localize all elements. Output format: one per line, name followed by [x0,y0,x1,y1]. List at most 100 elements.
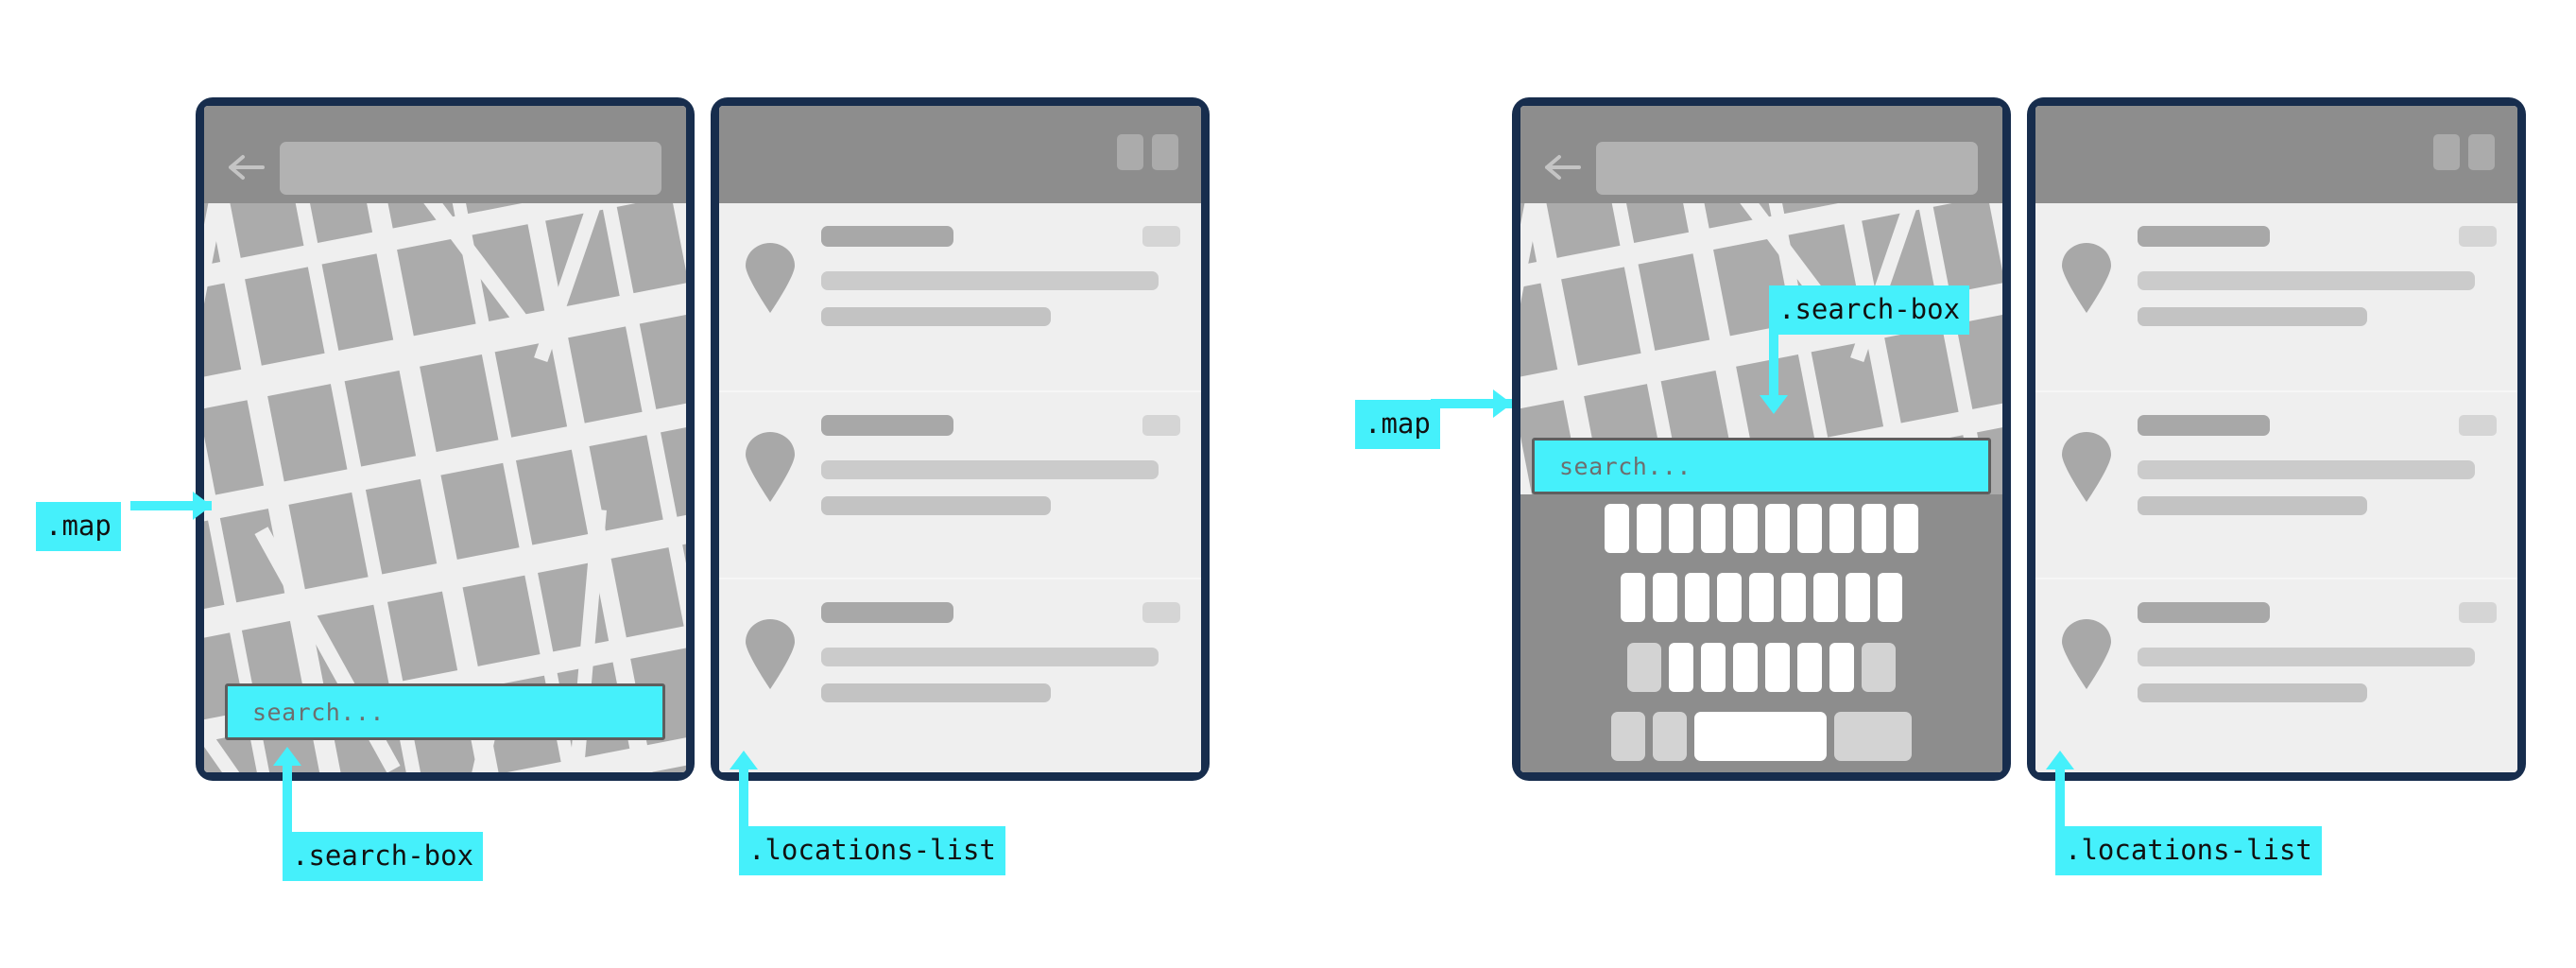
map-pin-icon [2062,243,2111,313]
keyboard-row-3 [1527,642,1996,692]
header-chip-1[interactable] [2433,134,2460,170]
header-chips-right [2433,134,2495,170]
right-list-screen [2035,106,2517,772]
list-item-badge [2459,226,2497,247]
annotation-search-box-left-text: .search-box [292,839,474,872]
backspace-key[interactable] [1862,642,1896,692]
search-box-arrowhead-right [1760,395,1788,414]
search-box-left[interactable]: search... [225,683,665,740]
keyboard-key[interactable] [1749,573,1774,623]
list-item-badge [2459,415,2497,436]
shift-key[interactable] [1627,642,1661,692]
annotation-locations-list-right: .locations-list [2055,826,2322,875]
list-item-detail [821,496,1052,515]
header-chips-left [1117,134,1178,170]
header-chip-2[interactable] [2468,134,2495,170]
keyboard-key[interactable] [1765,504,1790,553]
list-item-detail [821,307,1052,326]
keyboard-key[interactable] [1797,504,1822,553]
keyboard-key[interactable] [1894,504,1918,553]
annotation-locations-list-left-text: .locations-list [748,834,996,866]
keyboard-key[interactable] [1813,573,1838,623]
keyboard-key[interactable] [1733,642,1758,692]
right-map-screen: search... [1520,106,2002,772]
keyboard-key[interactable] [1669,642,1693,692]
list-item-subtitle [821,271,1159,290]
keyboard-key[interactable] [1829,504,1854,553]
keyboard-key[interactable] [1797,642,1822,692]
keyboard-key[interactable] [1846,573,1870,623]
list-toolbar-right [2035,106,2517,203]
keyboard-key[interactable] [1621,573,1645,623]
map-arrowhead-right [1493,389,1512,418]
toolbar-field[interactable] [280,142,661,195]
annotation-search-box-right: .search-box [1769,285,1970,335]
header-chip-1[interactable] [1117,134,1143,170]
space-key[interactable] [1694,711,1827,761]
keyboard-key[interactable] [1781,573,1806,623]
list-item-lines [2138,218,2497,326]
list-item-title [821,602,953,623]
map-arrowhead-left [193,492,212,520]
keyboard-key[interactable] [1605,504,1629,553]
search-box-right[interactable]: search... [1532,438,1991,494]
map-toolbar-right [1520,106,2002,203]
left-map-screen: search... [204,106,686,772]
list-item-lines [2138,595,2497,702]
list-item-badge [1142,602,1180,623]
list-item[interactable] [2035,578,2517,765]
left-list-phone [711,97,1210,781]
list-item-subtitle [821,648,1159,666]
list-item[interactable] [2035,390,2517,578]
annotation-map-left-text: .map [45,510,112,542]
annotation-search-box-left: .search-box [283,832,484,881]
map-toolbar-left [204,106,686,203]
keyboard-key[interactable] [1717,573,1742,623]
map-pin-icon [746,243,795,313]
annotation-search-box-right-text: .search-box [1778,293,1961,325]
list-item-detail [821,683,1052,702]
toolbar-field[interactable] [1596,142,1978,195]
annotation-map-right: .map [1355,400,1440,449]
symbols-key[interactable] [1611,711,1645,761]
return-key[interactable] [1834,711,1912,761]
keyboard-row-2 [1527,573,1996,623]
locations-list-right[interactable] [2035,203,2517,772]
list-item[interactable] [719,578,1201,765]
left-list-screen [719,106,1201,772]
keyboard-key[interactable] [1733,504,1758,553]
map-pin-icon [746,432,795,502]
keyboard-key[interactable] [1669,504,1693,553]
map-pin-icon [2062,619,2111,689]
back-arrow-icon[interactable] [227,153,265,182]
keyboard-key[interactable] [1862,504,1886,553]
annotation-locations-list-right-text: .locations-list [2065,834,2312,866]
search-placeholder-right: search... [1559,452,1692,480]
keyboard-key[interactable] [1878,573,1902,623]
globe-key[interactable] [1653,711,1687,761]
list-item[interactable] [719,203,1201,390]
list-item-title [2138,602,2270,623]
on-screen-keyboard[interactable] [1520,494,2002,772]
back-arrow-icon[interactable] [1543,153,1581,182]
list-item-lines [821,595,1180,702]
keyboard-key[interactable] [1637,504,1661,553]
keyboard-key[interactable] [1701,642,1726,692]
keyboard-key[interactable] [1685,573,1709,623]
list-item-lines [821,218,1180,326]
list-item-title [2138,415,2270,436]
list-item-subtitle [821,460,1159,479]
list-item[interactable] [719,390,1201,578]
header-chip-2[interactable] [1152,134,1178,170]
keyboard-key[interactable] [1829,642,1854,692]
list-item-subtitle [2138,460,2476,479]
locations-list-left[interactable] [719,203,1201,772]
left-map-phone: search... [196,97,695,781]
keyboard-key[interactable] [1653,573,1677,623]
list-item[interactable] [2035,203,2517,390]
keyboard-key[interactable] [1765,642,1790,692]
list-item-detail [2138,307,2368,326]
annotation-locations-list-left: .locations-list [739,826,1005,875]
keyboard-key[interactable] [1701,504,1726,553]
list-item-badge [1142,415,1180,436]
